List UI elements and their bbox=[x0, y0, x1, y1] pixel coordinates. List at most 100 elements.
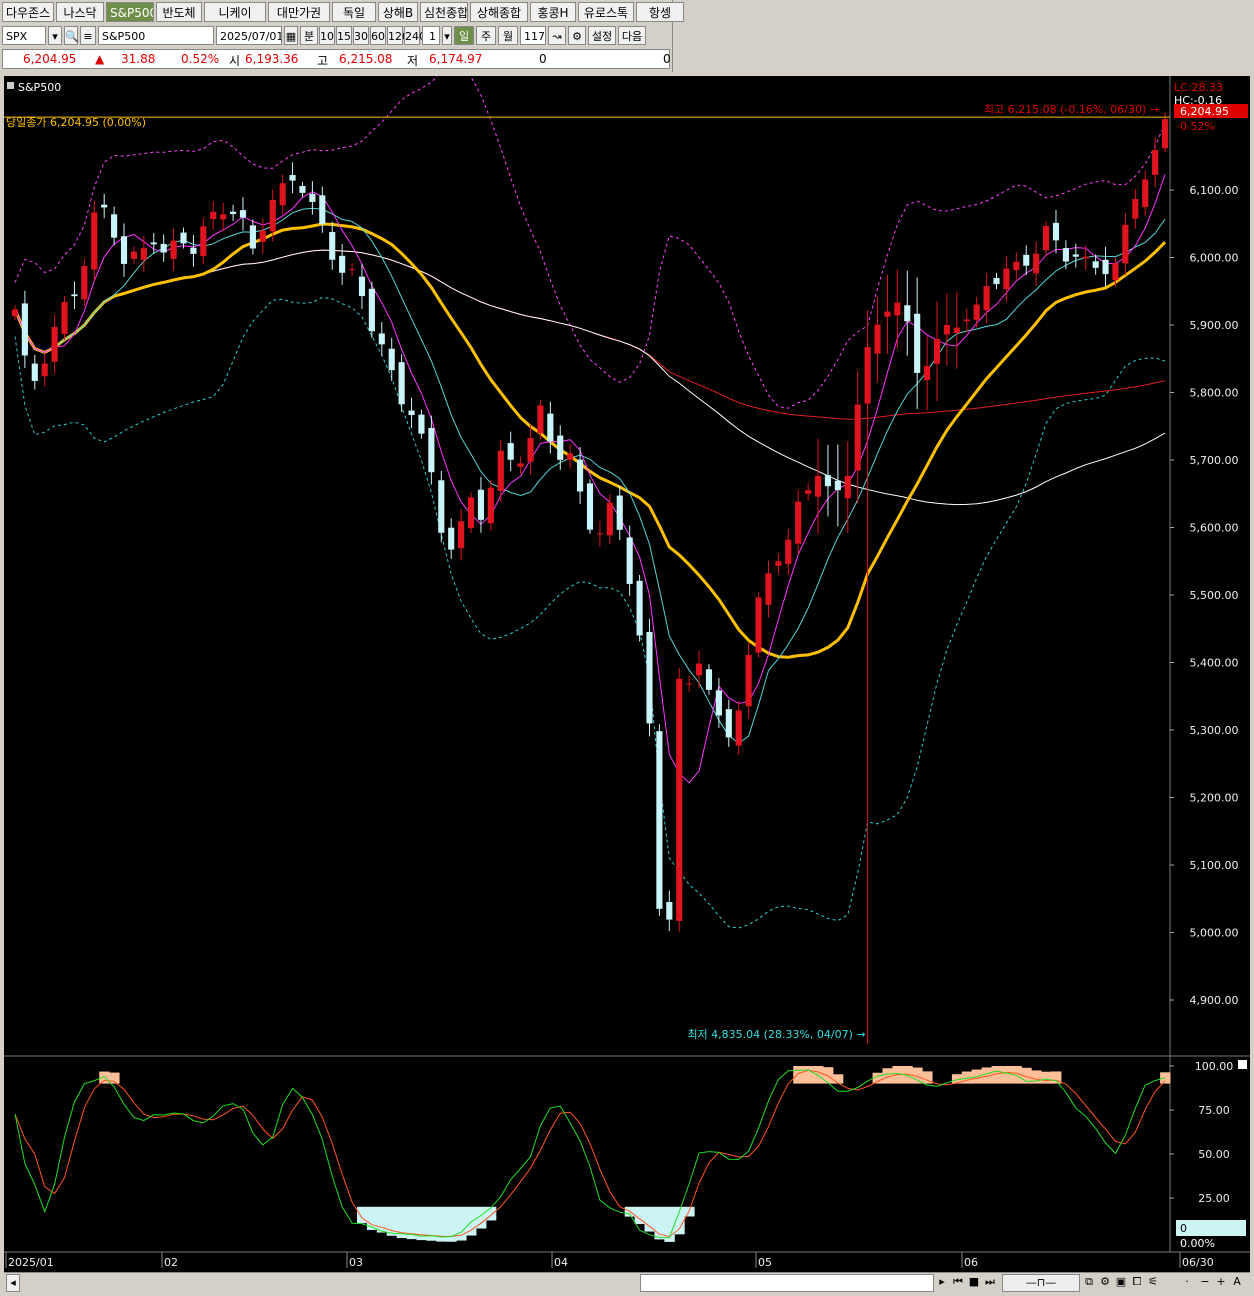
price-chart[interactable]: 6,100.00 6,000.00 5,900.00 5,800.00 5,700.00… bbox=[4, 61, 1250, 1272]
ma5-line bbox=[14, 174, 1166, 784]
period-0[interactable]: 일 bbox=[454, 25, 474, 45]
chart-area[interactable]: 6,100.00 6,000.00 5,900.00 5,800.00 5,700.00… bbox=[4, 61, 1250, 1272]
window-icon[interactable]: ⧠ bbox=[1130, 1274, 1144, 1290]
candle-body bbox=[1102, 259, 1109, 275]
quote-bar: 6,204.95 ▲ 31.88 0.52% 시 6,193.36 고 6,21… bbox=[2, 49, 671, 69]
x-tick-label: 02 bbox=[164, 1256, 178, 1269]
symbol-dropdown-icon[interactable]: ▾ bbox=[48, 25, 62, 45]
quote-open: 6,193.36 bbox=[245, 52, 299, 66]
settings-small-icon[interactable]: ⚙ bbox=[1098, 1274, 1112, 1290]
tile-icon[interactable]: ▣ bbox=[1114, 1274, 1128, 1290]
oversold-fill bbox=[644, 1206, 655, 1232]
candle-body bbox=[884, 311, 891, 317]
y-tick-label: 5,500.00 bbox=[1190, 589, 1239, 602]
candle-body bbox=[41, 363, 48, 377]
candle-body bbox=[279, 183, 286, 206]
candle-body bbox=[864, 347, 871, 404]
gear-icon[interactable]: ⚙ bbox=[568, 25, 586, 45]
last-page-icon[interactable]: ⏭ bbox=[984, 1274, 996, 1290]
tab-7[interactable]: 상해B bbox=[378, 2, 418, 22]
chart-title: S&P500 bbox=[18, 81, 61, 94]
next-button[interactable]: 다음 bbox=[618, 25, 646, 45]
period-2[interactable]: 월 bbox=[498, 25, 518, 45]
chart-scrollbar[interactable]: ◂ ▸ ⏮ ■ ⏭ —⊓— ⧉ ⚙ ▣ ⧠ ⚟ · − + A bbox=[4, 1272, 1250, 1292]
candle-body bbox=[537, 405, 544, 434]
interval-3[interactable]: 30 bbox=[353, 25, 369, 45]
period-1[interactable]: 주 bbox=[476, 25, 496, 45]
settings-button[interactable]: 설정 bbox=[588, 25, 616, 45]
bars-field[interactable]: 117 bbox=[520, 25, 546, 45]
interval-6[interactable]: 240 bbox=[404, 25, 426, 45]
interval-4[interactable]: 60 bbox=[370, 25, 386, 45]
tab-2[interactable]: S&P500 bbox=[106, 2, 154, 22]
interval-2[interactable]: 15 bbox=[336, 25, 352, 45]
tab-9[interactable]: 상해종합 bbox=[470, 2, 528, 22]
scroll-small-icon[interactable]: · bbox=[1180, 1274, 1194, 1290]
tab-3[interactable]: 반도체 bbox=[156, 2, 202, 22]
candle-body bbox=[329, 232, 336, 260]
interval-0[interactable]: 분 bbox=[300, 25, 318, 45]
tab-5[interactable]: 대만가권 bbox=[268, 2, 330, 22]
count-stepper-icon[interactable]: ▾ bbox=[442, 25, 452, 45]
period-buttons: 일주월 bbox=[454, 25, 518, 45]
y-tick-label: 5,000.00 bbox=[1190, 927, 1239, 940]
candle-body bbox=[150, 242, 157, 245]
zoom-out-icon[interactable]: − bbox=[1198, 1274, 1212, 1290]
stoch-k-line bbox=[14, 1069, 1166, 1239]
auto-scale-icon[interactable]: A bbox=[1230, 1274, 1244, 1290]
date-field[interactable]: 2025/07/01 bbox=[216, 25, 282, 45]
first-page-icon[interactable]: ⏮ bbox=[952, 1274, 964, 1290]
candle-body bbox=[200, 226, 207, 257]
interval-buttons: 분 10 15 30 60 120 240 bbox=[300, 25, 426, 45]
candle-body bbox=[854, 404, 861, 471]
candle-body bbox=[398, 362, 405, 405]
tab-1[interactable]: 나스닥 bbox=[56, 2, 104, 22]
tab-0[interactable]: 다우존스 bbox=[2, 2, 54, 22]
tab-8[interactable]: 심천종합 bbox=[420, 2, 468, 22]
copy-icon[interactable]: ⧉ bbox=[1082, 1274, 1096, 1290]
graph-icon[interactable]: ⚟ bbox=[1146, 1274, 1160, 1290]
count-field[interactable]: 1 bbox=[422, 25, 440, 45]
tab-6[interactable]: 독일 bbox=[332, 2, 376, 22]
quote-volume: 0 bbox=[539, 52, 547, 66]
tab-12[interactable]: 항셍 bbox=[636, 2, 684, 22]
high-label: 고 bbox=[317, 54, 329, 68]
symbol-code-field[interactable]: SPX bbox=[2, 25, 46, 45]
scroll-left-icon[interactable]: ◂ bbox=[6, 1274, 20, 1292]
candle-body bbox=[210, 211, 217, 220]
candle-body bbox=[755, 597, 762, 653]
candle-body bbox=[130, 251, 138, 259]
interval-1[interactable]: 10 bbox=[319, 25, 335, 45]
candle-body bbox=[695, 663, 703, 676]
x-tick-label: 06 bbox=[964, 1256, 978, 1269]
candle-body bbox=[140, 248, 147, 260]
osc-expand-icon bbox=[1238, 1060, 1247, 1069]
scroll-right-icon[interactable]: ▸ bbox=[936, 1274, 948, 1290]
candle-body bbox=[775, 561, 782, 566]
candle-body bbox=[458, 521, 465, 549]
chart-type-icon[interactable]: ↝ bbox=[548, 25, 566, 45]
zoom-slider[interactable]: —⊓— bbox=[1002, 1274, 1080, 1292]
search-icon[interactable]: 🔍 bbox=[64, 25, 79, 45]
stop-icon[interactable]: ■ bbox=[968, 1274, 980, 1290]
candle-body bbox=[1062, 248, 1069, 262]
candle-body bbox=[686, 683, 693, 685]
candle-body bbox=[924, 365, 931, 381]
interval-5[interactable]: 120 bbox=[387, 25, 409, 45]
scroll-thumb[interactable] bbox=[640, 1274, 934, 1292]
zoom-in-icon[interactable]: + bbox=[1214, 1274, 1228, 1290]
candle-body bbox=[408, 410, 415, 416]
tab-10[interactable]: 홍콩H bbox=[530, 2, 576, 22]
toolbar: 다우존스 나스닥 S&P500 반도체 니케이 대만가권 독일 상해B 심천종합 상해종합 홍콩H 유… bbox=[0, 0, 684, 72]
candle-body bbox=[785, 539, 792, 564]
tab-4[interactable]: 니케이 bbox=[204, 2, 266, 22]
candle-body bbox=[190, 247, 197, 254]
candle-body bbox=[626, 537, 633, 584]
linked-icon[interactable]: ≡ bbox=[80, 25, 96, 45]
candle-body bbox=[824, 475, 832, 487]
x-tick-label: 05 bbox=[758, 1256, 772, 1269]
quote-change: 31.88 bbox=[121, 52, 156, 66]
calendar-icon[interactable]: ▦ bbox=[284, 25, 298, 45]
tab-11[interactable]: 유로스톡 bbox=[578, 2, 634, 22]
y-tick-label: 6,100.00 bbox=[1190, 184, 1239, 197]
